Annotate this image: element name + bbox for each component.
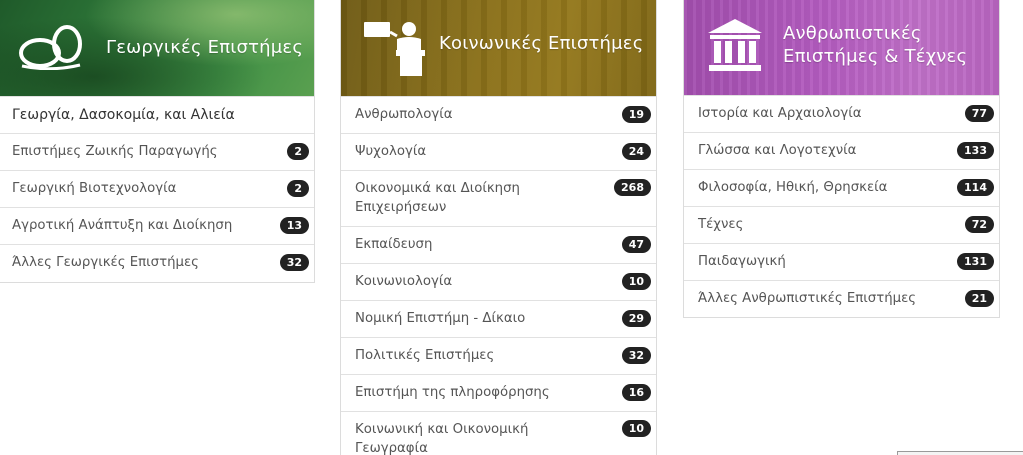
partial-element-edge (897, 451, 1023, 455)
count-badge: 47 (621, 236, 651, 253)
item-label: Ψυχολογία (355, 144, 427, 159)
item-label: Κοινωνική και Οικονομική Γεωγραφία (355, 422, 529, 455)
seeds-icon (18, 22, 84, 74)
item-label: Τέχνες (698, 217, 744, 232)
count-badge: 10 (621, 420, 651, 437)
item-label: Φιλοσοφία, Ηθική, Θρησκεία (698, 180, 888, 195)
item-label: Επιστήμες Ζωικής Παραγωγής (12, 144, 218, 159)
panel-header[interactable]: Ανθρωπιστικές Επιστήμες & Τέχνες (684, 0, 999, 95)
list-item[interactable]: Παιδαγωγική 131 (684, 243, 999, 280)
panel-header[interactable]: Γεωργικές Επιστήμες (0, 0, 314, 96)
count-badge: 13 (279, 217, 309, 234)
list-item[interactable]: Φιλοσοφία, Ηθική, Θρησκεία 114 (684, 169, 999, 206)
speaker-podium-icon (363, 20, 426, 82)
classical-building-icon (706, 17, 764, 77)
count-badge: 19 (621, 106, 651, 123)
item-label: Εκπαίδευση (355, 237, 433, 252)
item-label: Γλώσσα και Λογοτεχνία (698, 143, 857, 158)
list-item[interactable]: Κοινωνιολογία 10 (341, 263, 656, 300)
list-item[interactable]: Γεωργία, Δασοκομία, και Αλιεία (0, 96, 314, 133)
item-label: Ιστορία και Αρχαιολογία (698, 106, 862, 121)
count-badge: 32 (279, 254, 309, 271)
list-item[interactable]: Ψυχολογία 24 (341, 133, 656, 170)
panel-title: Ανθρωπιστικές Επιστήμες & Τέχνες (783, 23, 968, 67)
list-item[interactable]: Ιστορία και Αρχαιολογία 77 (684, 95, 999, 132)
item-label: Παιδαγωγική (698, 254, 786, 269)
item-label: Νομική Επιστήμη - Δίκαιο (355, 311, 526, 326)
category-panel-agricultural: Γεωργικές Επιστήμες Γεωργία, Δασοκομία, … (0, 0, 315, 283)
subcategory-list: Ανθρωπολογία 19 Ψυχολογία 24 Οικονομικά … (341, 96, 656, 455)
item-label: Γεωργία, Δασοκομία, και Αλιεία (12, 107, 235, 123)
list-item[interactable]: Γλώσσα και Λογοτεχνία 133 (684, 132, 999, 169)
count-badge: 32 (621, 347, 651, 364)
item-label: Άλλες Γεωργικές Επιστήμες (12, 255, 199, 270)
item-label: Οικονομικά και Διοίκηση Επιχειρήσεων (355, 181, 520, 215)
category-panel-social: Κοινωνικές Επιστήμες Ανθρωπολογία 19 Ψυχ… (340, 0, 657, 455)
list-item[interactable]: Οικονομικά και Διοίκηση Επιχειρήσεων 268 (341, 170, 656, 226)
item-label: Κοινωνιολογία (355, 274, 453, 289)
item-label: Πολιτικές Επιστήμες (355, 348, 495, 363)
list-item[interactable]: Επιστήμη της πληροφόρησης 16 (341, 374, 656, 411)
list-item[interactable]: Άλλες Γεωργικές Επιστήμες 32 (0, 244, 314, 281)
list-item[interactable]: Τέχνες 72 (684, 206, 999, 243)
item-label: Αγροτική Ανάπτυξη και Διοίκηση (12, 218, 233, 233)
count-badge: 21 (964, 290, 994, 307)
item-label: Επιστήμη της πληροφόρησης (355, 385, 550, 400)
count-badge: 114 (957, 179, 994, 196)
count-badge: 16 (621, 384, 651, 401)
item-label: Ανθρωπολογία (355, 107, 453, 122)
count-badge: 2 (287, 143, 309, 160)
list-item[interactable]: Ανθρωπολογία 19 (341, 96, 656, 133)
list-item[interactable]: Νομική Επιστήμη - Δίκαιο 29 (341, 300, 656, 337)
list-item[interactable]: Άλλες Ανθρωπιστικές Επιστήμες 21 (684, 280, 999, 317)
panel-title: Γεωργικές Επιστήμες (106, 37, 304, 58)
count-badge: 2 (287, 180, 309, 197)
item-label: Άλλες Ανθρωπιστικές Επιστήμες (698, 291, 917, 306)
list-item[interactable]: Γεωργική Βιοτεχνολογία 2 (0, 170, 314, 207)
list-item[interactable]: Πολιτικές Επιστήμες 32 (341, 337, 656, 374)
count-badge: 133 (957, 142, 994, 159)
panel-header[interactable]: Κοινωνικές Επιστήμες (341, 0, 656, 96)
list-item[interactable]: Κοινωνική και Οικονομική Γεωγραφία 10 (341, 411, 656, 455)
list-item[interactable]: Αγροτική Ανάπτυξη και Διοίκηση 13 (0, 207, 314, 244)
count-badge: 24 (621, 143, 651, 160)
panel-title: Κοινωνικές Επιστήμες (439, 33, 644, 54)
list-item[interactable]: Επιστήμες Ζωικής Παραγωγής 2 (0, 133, 314, 170)
category-panel-humanities: Ανθρωπιστικές Επιστήμες & Τέχνες Ιστορία… (683, 0, 1000, 318)
count-badge: 10 (621, 273, 651, 290)
item-label: Γεωργική Βιοτεχνολογία (12, 181, 177, 196)
list-item[interactable]: Εκπαίδευση 47 (341, 226, 656, 263)
count-badge: 29 (621, 310, 651, 327)
count-badge: 77 (964, 105, 994, 122)
subcategory-list: Γεωργία, Δασοκομία, και Αλιεία Επιστήμες… (0, 96, 314, 281)
count-badge: 72 (964, 216, 994, 233)
subcategory-list: Ιστορία και Αρχαιολογία 77 Γλώσσα και Λο… (684, 95, 999, 317)
count-badge: 131 (957, 253, 994, 270)
count-badge: 268 (614, 179, 651, 196)
